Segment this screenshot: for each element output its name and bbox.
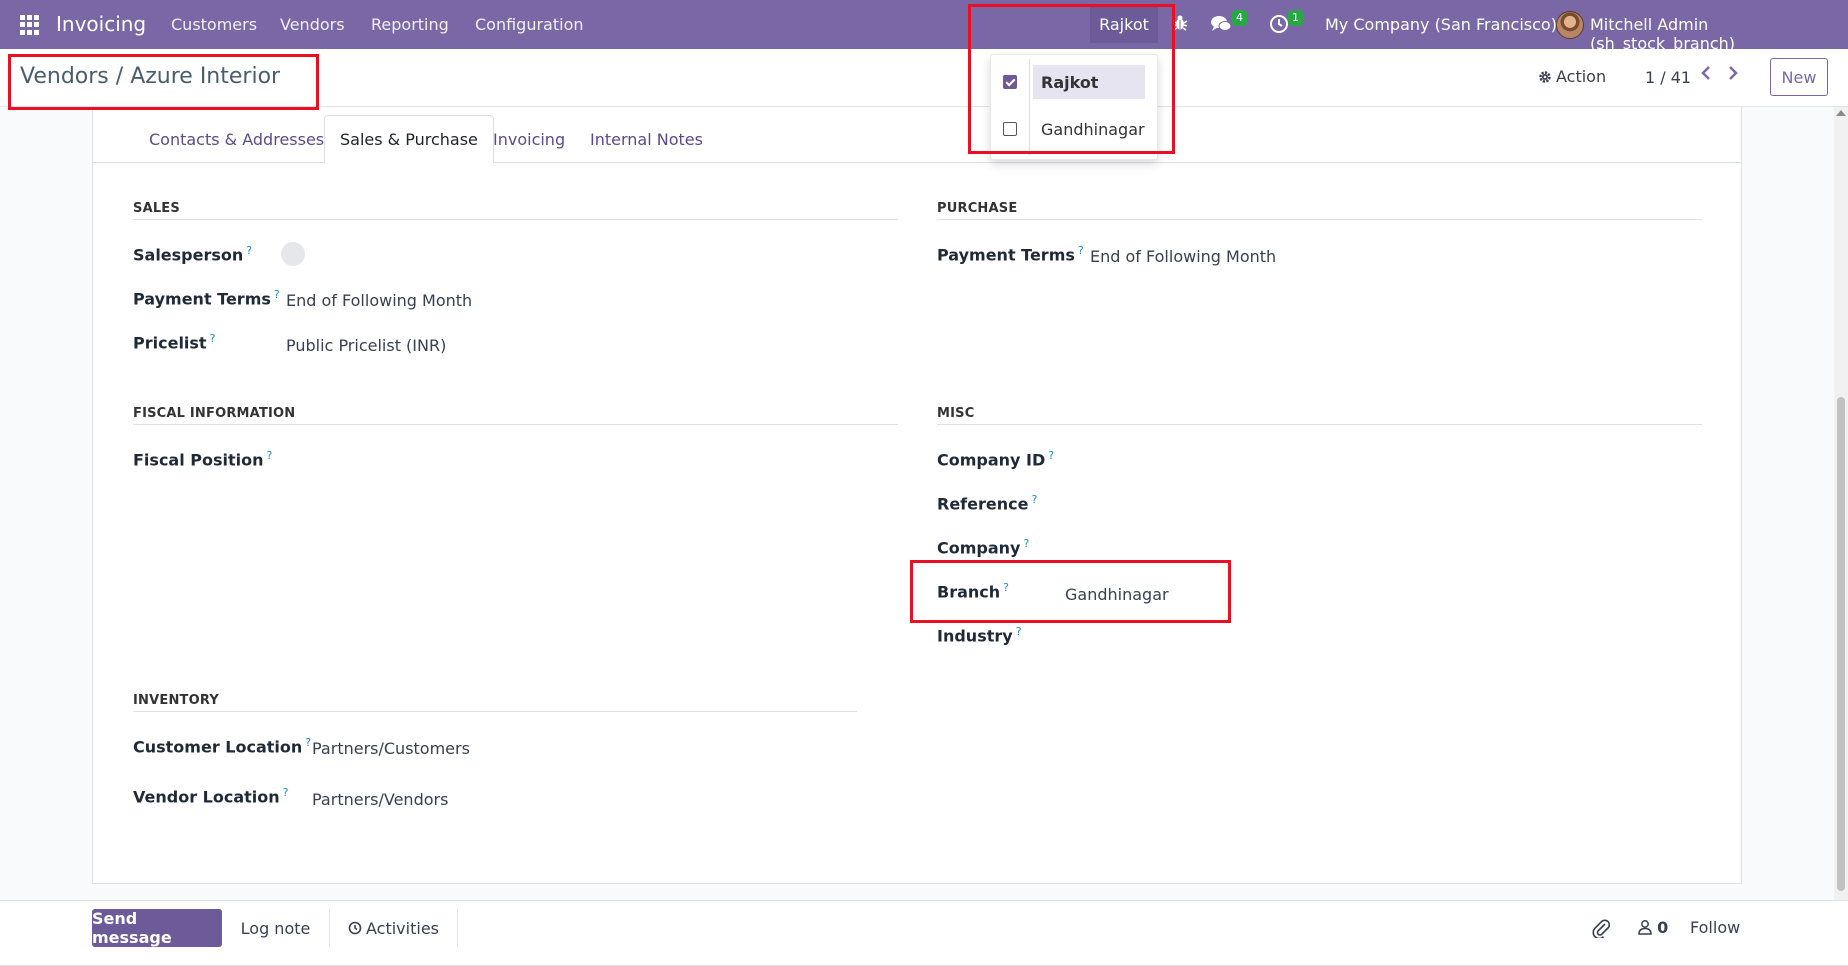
inventory-divider (133, 711, 857, 712)
highlight-branch-field (910, 560, 1231, 623)
paperclip-icon[interactable] (1592, 918, 1611, 942)
company-switcher[interactable]: My Company (San Francisco) (1325, 15, 1557, 34)
tab-internal-notes[interactable]: Internal Notes (575, 115, 718, 163)
help-icon[interactable]: ? (305, 736, 311, 749)
salesperson-avatar-field[interactable] (281, 242, 305, 266)
messages-count-badge: 4 (1232, 10, 1247, 26)
purchase-payment-terms-label: Payment Terms? (937, 244, 1084, 264)
menu-customers[interactable]: Customers (171, 15, 257, 34)
app-name[interactable]: Invoicing (56, 12, 146, 36)
pager-value[interactable]: 1 / 41 (1645, 68, 1691, 87)
sales-divider (133, 219, 898, 220)
chatter-bar: Send message Log note Activities 0 Follo… (0, 900, 1848, 966)
action-button[interactable]: Action (1538, 67, 1606, 86)
action-label: Action (1556, 67, 1607, 86)
activities-button[interactable]: Activities (330, 909, 458, 947)
fiscal-divider (133, 424, 898, 425)
help-icon[interactable]: ? (210, 332, 216, 345)
highlight-branch-switcher (968, 4, 1175, 154)
fiscal-position-label: Fiscal Position? (133, 449, 272, 469)
industry-label-text: Industry (937, 626, 1013, 646)
user-icon (1638, 920, 1652, 935)
reference-label-text: Reference (937, 494, 1029, 514)
sales-payment-terms-field[interactable]: End of Following Month (286, 291, 472, 310)
customer-location-label: Customer Location? (133, 736, 311, 756)
new-button[interactable]: New (1770, 58, 1828, 96)
customer-location-field[interactable]: Partners/Customers (312, 739, 470, 758)
help-icon[interactable]: ? (283, 786, 289, 799)
reference-label: Reference? (937, 493, 1037, 513)
followers-count: 0 (1657, 918, 1669, 937)
fiscal-position-label-text: Fiscal Position (133, 450, 264, 470)
company-label-text: Company (937, 538, 1021, 558)
chevron-left-icon[interactable] (1700, 65, 1712, 86)
fiscal-section-title: FISCAL INFORMATION (133, 406, 296, 421)
inventory-section-title: INVENTORY (133, 693, 219, 708)
clock-icon (348, 921, 362, 935)
menu-vendors[interactable]: Vendors (280, 15, 345, 34)
industry-label: Industry? (937, 625, 1022, 645)
user-avatar[interactable] (1556, 11, 1584, 39)
menu-configuration[interactable]: Configuration (475, 15, 584, 34)
help-icon[interactable]: ? (274, 288, 280, 301)
gear-icon (1539, 70, 1551, 83)
top-navbar: Invoicing Customers Vendors Reporting Co… (0, 0, 1848, 53)
activities-count-badge: 1 (1288, 10, 1303, 26)
help-icon[interactable]: ? (1048, 449, 1054, 462)
log-note-button[interactable]: Log note (222, 909, 330, 947)
help-icon[interactable]: ? (246, 244, 252, 257)
chevron-right-icon[interactable] (1727, 65, 1739, 86)
pricelist-label: Pricelist? (133, 332, 215, 352)
customer-location-label-text: Customer Location (133, 737, 303, 757)
purchase-section-title: PURCHASE (937, 201, 1018, 216)
followers-button[interactable]: 0 (1638, 918, 1668, 937)
sales-payment-terms-label: Payment Terms? (133, 288, 280, 308)
clock-icon[interactable] (1269, 14, 1289, 38)
follow-button[interactable]: Follow (1690, 918, 1740, 937)
help-icon[interactable]: ? (267, 449, 273, 462)
vendor-location-field[interactable]: Partners/Vendors (312, 790, 448, 809)
help-icon[interactable]: ? (1078, 244, 1084, 257)
help-icon[interactable]: ? (1016, 625, 1022, 638)
menu-reporting[interactable]: Reporting (371, 15, 449, 34)
help-icon[interactable]: ? (1031, 493, 1037, 506)
pricelist-field[interactable]: Public Pricelist (INR) (286, 336, 446, 355)
scrollbar[interactable] (1834, 107, 1848, 900)
scrollbar-thumb[interactable] (1837, 397, 1845, 891)
purchase-divider (937, 219, 1702, 220)
misc-section-title: MISC (937, 406, 975, 421)
user-menu[interactable]: Mitchell Admin (sh_stock_branch) (1590, 15, 1848, 53)
purchase-payment-terms-label-text: Payment Terms (937, 245, 1075, 265)
activities-label: Activities (366, 918, 439, 938)
new-label: New (1781, 67, 1817, 87)
highlight-breadcrumb (8, 54, 319, 110)
tab-sales-purchase[interactable]: Sales & Purchase (324, 115, 494, 164)
vendor-location-label: Vendor Location? (133, 786, 288, 806)
sales-payment-terms-label-text: Payment Terms (133, 289, 271, 309)
scroll-up-arrow-icon[interactable] (1836, 110, 1846, 116)
send-message-button[interactable]: Send message (92, 909, 222, 947)
apps-grid-icon[interactable] (20, 15, 40, 35)
tab-invoicing[interactable]: Invoicing (478, 115, 580, 163)
notebook-tabs: Contacts & Addresses Sales & Purchase In… (93, 115, 1741, 164)
form-sheet: Contacts & Addresses Sales & Purchase In… (92, 106, 1742, 884)
chat-icon[interactable] (1210, 14, 1232, 38)
tab-contacts-addresses[interactable]: Contacts & Addresses (134, 115, 339, 163)
vendor-location-label-text: Vendor Location (133, 787, 280, 807)
company-label: Company? (937, 537, 1029, 557)
company-id-label-text: Company ID (937, 450, 1046, 470)
sales-section-title: SALES (133, 201, 180, 216)
salesperson-label: Salesperson? (133, 244, 252, 264)
purchase-payment-terms-field[interactable]: End of Following Month (1090, 247, 1276, 266)
company-id-label: Company ID? (937, 449, 1054, 469)
misc-divider (937, 424, 1702, 425)
pricelist-label-text: Pricelist (133, 333, 207, 353)
salesperson-label-text: Salesperson (133, 245, 244, 265)
help-icon[interactable]: ? (1023, 537, 1029, 550)
